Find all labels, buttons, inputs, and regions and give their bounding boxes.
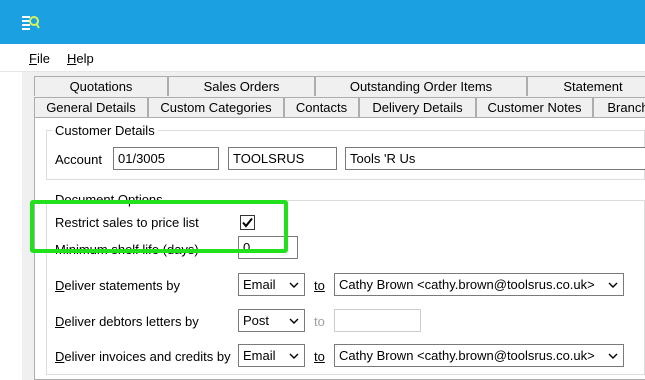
statements-to-label: to	[314, 278, 325, 293]
deliver-statements-method-select[interactable]: Email	[238, 273, 305, 296]
customer-details-title: Customer Details	[52, 123, 158, 138]
tab-sales-orders[interactable]: Sales Orders	[168, 76, 315, 96]
chevron-down-icon	[606, 274, 620, 295]
app-icon	[22, 16, 40, 30]
deliver-debtors-method-select[interactable]: Post	[238, 309, 305, 332]
customer-name-field[interactable]: Tools 'R Us	[345, 147, 645, 170]
debtors-to-label: to	[314, 314, 325, 329]
account-label: Account	[55, 152, 102, 167]
chevron-down-icon	[606, 345, 620, 366]
deliver-debtors-label: Deliver debtors letters by	[55, 314, 199, 329]
menu-bar: File Help	[0, 44, 645, 72]
tab-outstanding-order-items[interactable]: Outstanding Order Items	[315, 76, 527, 96]
short-name-field[interactable]: TOOLSRUS	[228, 147, 337, 170]
account-code-field[interactable]: 01/3005	[113, 147, 219, 170]
menu-help[interactable]: Help	[67, 51, 94, 66]
deliver-statements-label: Deliver statements by	[55, 278, 180, 293]
deliver-invoices-method-select[interactable]: Email	[238, 344, 305, 367]
statements-recipient-select[interactable]: Cathy Brown <cathy.brown@toolsrus.co.uk>	[334, 273, 624, 296]
tab-statement[interactable]: Statement	[527, 76, 645, 96]
tab-branch[interactable]: Branch	[593, 97, 645, 117]
annotation-highlight-box	[30, 200, 288, 253]
invoices-to-label: to	[314, 349, 325, 364]
chevron-down-icon	[287, 310, 301, 331]
tab-customer-notes[interactable]: Customer Notes	[476, 97, 593, 117]
invoices-recipient-select[interactable]: Cathy Brown <cathy.brown@toolsrus.co.uk>	[334, 344, 624, 367]
tab-contacts[interactable]: Contacts	[284, 97, 359, 117]
window-left-edge	[0, 72, 22, 380]
chevron-down-icon	[287, 274, 301, 295]
tab-quotations[interactable]: Quotations	[34, 76, 168, 96]
deliver-invoices-label: Deliver invoices and credits by	[55, 349, 231, 364]
tab-general-details[interactable]: General Details	[34, 97, 148, 117]
title-bar	[0, 0, 645, 44]
tab-custom-categories[interactable]: Custom Categories	[148, 97, 284, 117]
chevron-down-icon	[287, 345, 301, 366]
tab-delivery-details[interactable]: Delivery Details	[359, 97, 476, 117]
debtors-recipient-field	[334, 309, 421, 332]
menu-file[interactable]: File	[29, 51, 50, 66]
